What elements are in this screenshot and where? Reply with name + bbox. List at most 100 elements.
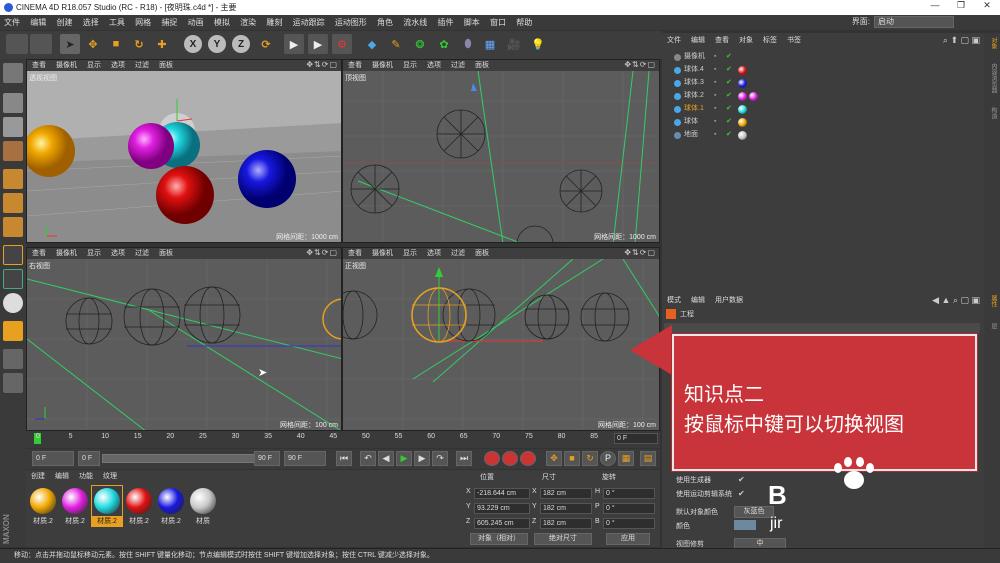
vp-menu-display[interactable]: 显示 bbox=[403, 250, 417, 257]
x-axis-lock-button[interactable]: X bbox=[184, 35, 202, 53]
vp-menu-filter[interactable]: 过滤 bbox=[451, 250, 465, 257]
minimize-icon[interactable]: — bbox=[922, 0, 948, 10]
menu-mesh[interactable]: 网格 bbox=[131, 15, 155, 30]
position-field[interactable]: 605.245 cm bbox=[474, 518, 530, 529]
use-motion-clips-checkbox[interactable]: ✔ bbox=[738, 489, 745, 498]
color-swatch[interactable] bbox=[734, 520, 756, 530]
current-frame-field[interactable]: 0 F bbox=[32, 451, 74, 466]
end-frame-field[interactable]: 90 F bbox=[254, 451, 280, 466]
vp-menu-filter[interactable]: 过滤 bbox=[135, 250, 149, 257]
tab-objects[interactable]: 对象 bbox=[986, 37, 998, 49]
material-tag-icon[interactable] bbox=[738, 92, 747, 101]
attr-menu-mode[interactable]: 模式 bbox=[667, 297, 681, 304]
menu-create[interactable]: 创建 bbox=[52, 15, 76, 30]
next-key-icon[interactable]: ↷ bbox=[432, 451, 448, 466]
render-picture-viewer-icon[interactable]: ▶ bbox=[308, 34, 328, 54]
viewport-nav-icons[interactable]: ✥⇅⟳▢ bbox=[624, 248, 656, 257]
tab-structure[interactable]: 构造 bbox=[986, 107, 998, 119]
viewport-perspective[interactable]: 查看 摄像机 显示 选项 过滤 面板 ✥⇅⟳▢ 透视视图 网格间距：1000 cm bbox=[26, 59, 342, 243]
enabled-check-icon[interactable]: ✔ bbox=[726, 90, 732, 102]
blue-sphere[interactable] bbox=[238, 150, 296, 208]
key-position-icon[interactable]: ✥ bbox=[546, 451, 562, 466]
size-field[interactable]: 182 cm bbox=[540, 488, 592, 499]
material-swatch[interactable]: 材质.2 bbox=[124, 486, 154, 526]
vp-menu-camera[interactable]: 摄像机 bbox=[56, 250, 77, 257]
object-row[interactable]: 球体.3 ▪ ✔ bbox=[662, 77, 984, 89]
prev-key-icon[interactable]: ↶ bbox=[360, 451, 376, 466]
menu-window[interactable]: 窗口 bbox=[486, 15, 510, 30]
position-field[interactable]: -218.644 cm bbox=[474, 488, 530, 499]
vp-menu-panel[interactable]: 面板 bbox=[159, 250, 173, 257]
vp-menu-options[interactable]: 选项 bbox=[427, 250, 441, 257]
vp-menu-view[interactable]: 查看 bbox=[32, 250, 46, 257]
key-parameter-icon[interactable]: P bbox=[600, 451, 616, 466]
vp-menu-view[interactable]: 查看 bbox=[32, 62, 46, 69]
key-rotation-icon[interactable]: ↻ bbox=[582, 451, 598, 466]
viewport-nav-icons[interactable]: ✥⇅⟳▢ bbox=[306, 248, 338, 257]
render-settings-icon[interactable]: ⚙ bbox=[332, 34, 352, 54]
use-generators-checkbox[interactable]: ✔ bbox=[738, 475, 745, 484]
y-axis-lock-button[interactable]: Y bbox=[208, 35, 226, 53]
visibility-toggle-icon[interactable]: ▪ bbox=[714, 116, 716, 128]
tab-attributes[interactable]: 属性 bbox=[986, 295, 998, 307]
polygons-mode-icon[interactable] bbox=[3, 217, 23, 237]
undo-icon[interactable] bbox=[6, 34, 28, 54]
record-icon[interactable] bbox=[484, 451, 500, 466]
vp-menu-filter[interactable]: 过滤 bbox=[451, 62, 465, 69]
material-tag-icon[interactable] bbox=[749, 92, 758, 101]
key-selection-icon[interactable] bbox=[520, 451, 536, 466]
vp-menu-filter[interactable]: 过滤 bbox=[135, 62, 149, 69]
timeline-end-field[interactable]: 0 F bbox=[614, 433, 658, 444]
light-icon[interactable]: 💡 bbox=[528, 34, 548, 54]
size-field[interactable]: 182 cm bbox=[540, 503, 592, 514]
frame-range-slider[interactable] bbox=[102, 454, 270, 463]
maximize-icon[interactable]: ❐ bbox=[948, 0, 974, 11]
vp-menu-view[interactable]: 查看 bbox=[348, 62, 362, 69]
position-field[interactable]: 93.229 cm bbox=[474, 503, 530, 514]
menu-script[interactable]: 脚本 bbox=[460, 15, 484, 30]
scale-tool-icon[interactable]: ■ bbox=[106, 34, 126, 54]
vp-menu-options[interactable]: 选项 bbox=[111, 250, 125, 257]
magnet-icon[interactable] bbox=[3, 321, 23, 341]
start-frame-field[interactable]: 0 F bbox=[78, 451, 100, 466]
menu-pipeline[interactable]: 流水线 bbox=[399, 15, 431, 30]
z-axis-lock-button[interactable]: Z bbox=[232, 35, 250, 53]
material-tag-icon[interactable] bbox=[738, 105, 747, 114]
viewport-nav-icons[interactable]: ✥⇅⟳▢ bbox=[624, 60, 656, 69]
rotation-field[interactable]: 0 ° bbox=[603, 518, 655, 529]
menu-character[interactable]: 角色 bbox=[373, 15, 397, 30]
deformer-icon[interactable]: ⬮ bbox=[458, 34, 478, 54]
size-field[interactable]: 182 cm bbox=[540, 518, 592, 529]
enabled-check-icon[interactable]: ✔ bbox=[726, 51, 732, 63]
vp-menu-panel[interactable]: 面板 bbox=[475, 250, 489, 257]
play-icon[interactable]: ▶ bbox=[396, 451, 412, 466]
redo-icon[interactable] bbox=[30, 34, 52, 54]
rotate-tool-icon[interactable]: ↻ bbox=[129, 34, 149, 54]
select-tool-icon[interactable]: ➤ bbox=[60, 34, 80, 54]
tab-layers[interactable]: 层 bbox=[986, 323, 998, 329]
enabled-check-icon[interactable]: ✔ bbox=[726, 129, 732, 141]
material-swatch[interactable]: 材质.2 bbox=[91, 485, 123, 527]
viewport-right[interactable]: 查看 摄像机 显示 选项 过滤 面板 ✥⇅⟳▢ 右视图 网格间距：100 cm bbox=[26, 247, 342, 431]
subdivision-icon[interactable]: ❂ bbox=[410, 34, 430, 54]
rotation-field[interactable]: 0 ° bbox=[603, 488, 655, 499]
goto-start-icon[interactable]: ⏮ bbox=[336, 451, 352, 466]
menu-file[interactable]: 文件 bbox=[0, 15, 24, 30]
visibility-toggle-icon[interactable]: ▪ bbox=[714, 51, 716, 63]
menu-render[interactable]: 渲染 bbox=[236, 15, 260, 30]
red-sphere[interactable] bbox=[156, 166, 214, 224]
material-swatch[interactable]: 材质.2 bbox=[156, 486, 186, 526]
vp-menu-display[interactable]: 显示 bbox=[87, 62, 101, 69]
tweak-mode-icon[interactable] bbox=[3, 269, 23, 289]
enabled-check-icon[interactable]: ✔ bbox=[726, 103, 732, 115]
timeline-window-icon[interactable]: ▤ bbox=[640, 451, 656, 466]
attribute-nav-icons[interactable]: ◀ ▲ ⌕ ▢ ▣ bbox=[932, 295, 980, 306]
menu-sculpt[interactable]: 雕刻 bbox=[262, 15, 286, 30]
edges-mode-icon[interactable] bbox=[3, 193, 23, 213]
cloner-icon[interactable]: ✿ bbox=[434, 34, 454, 54]
enabled-check-icon[interactable]: ✔ bbox=[726, 77, 732, 89]
vp-menu-options[interactable]: 选项 bbox=[111, 62, 125, 69]
last-tool-icon[interactable]: ✚ bbox=[152, 34, 172, 54]
attr-menu-userdata[interactable]: 用户数据 bbox=[715, 297, 743, 304]
render-view-icon[interactable]: ▶ bbox=[284, 34, 304, 54]
